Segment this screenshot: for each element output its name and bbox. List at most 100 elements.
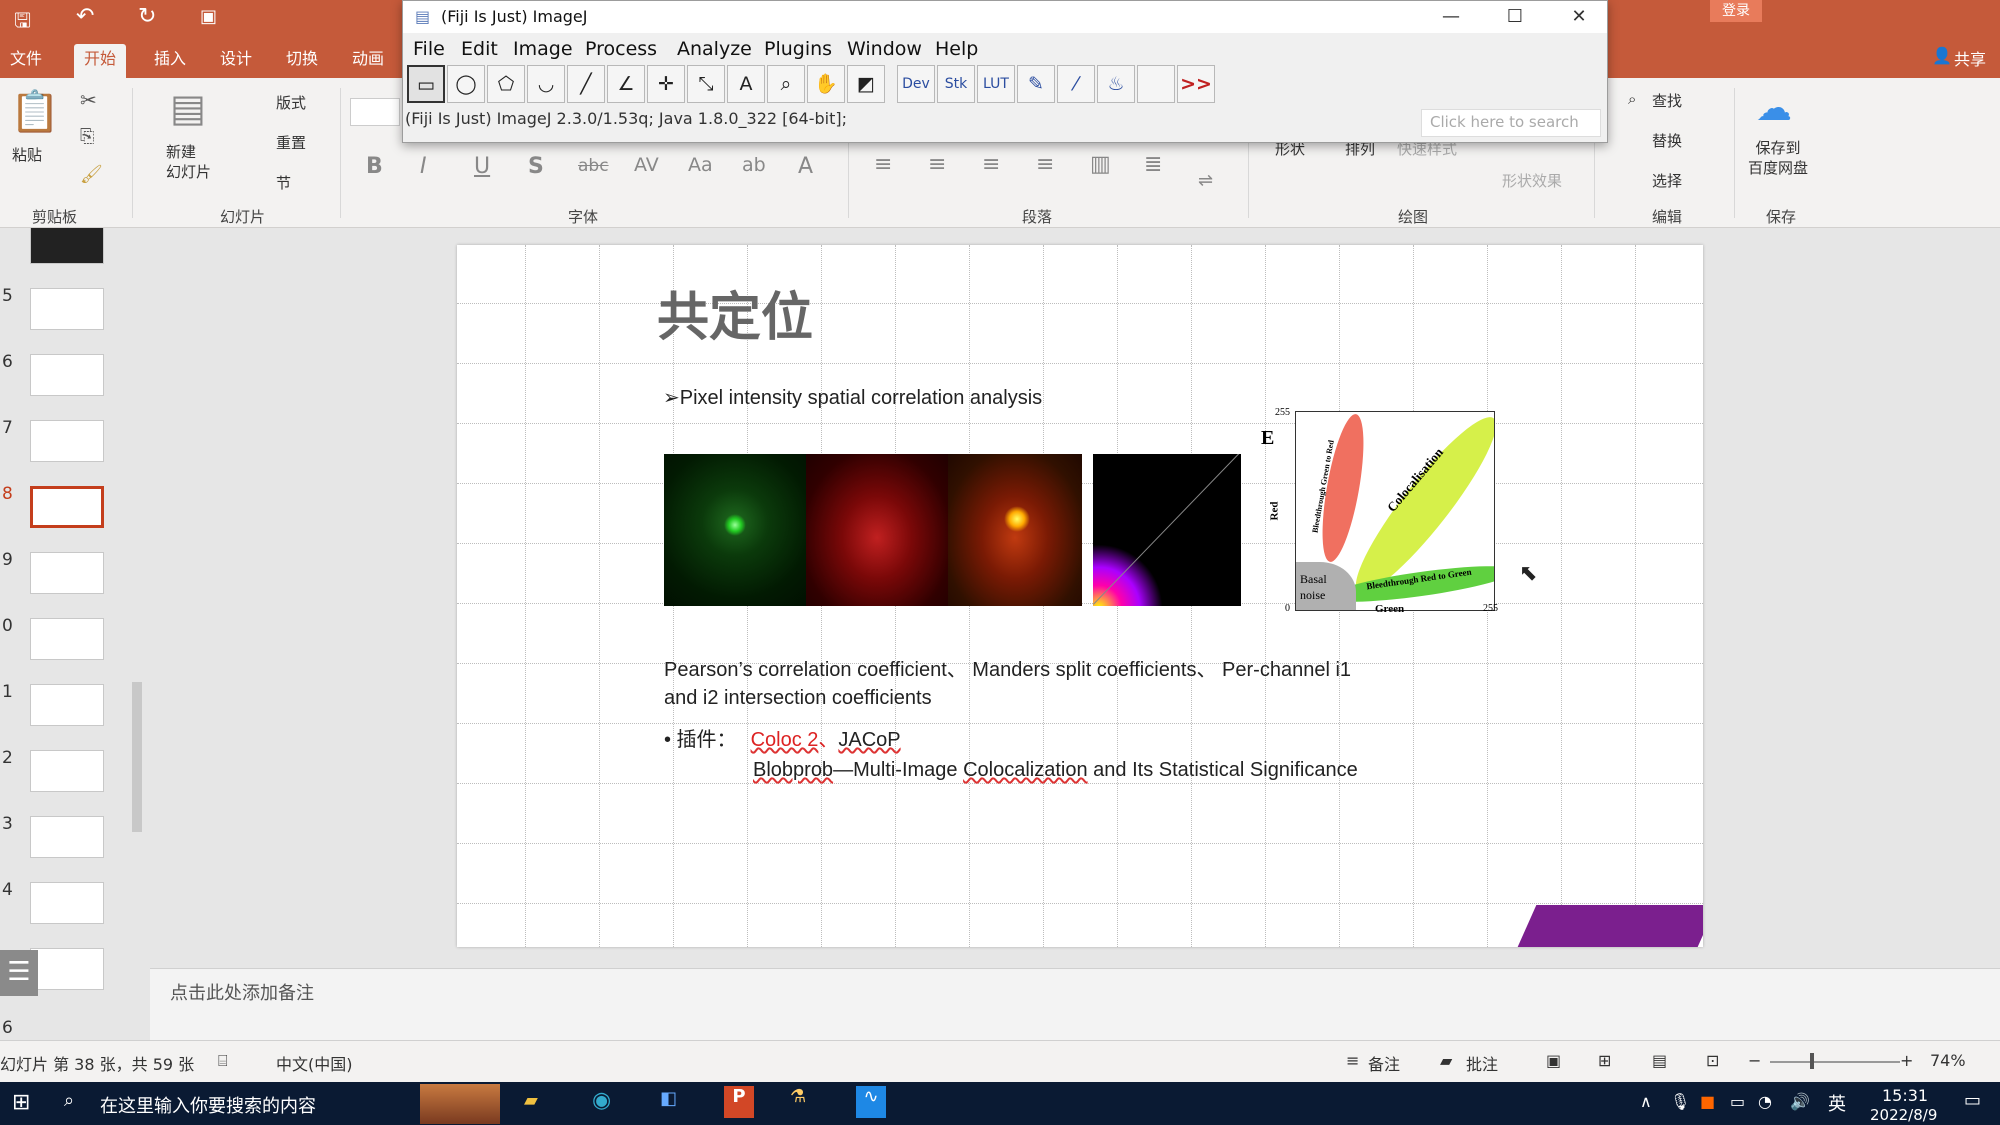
reading-view-icon[interactable]: ▤	[1652, 1051, 1667, 1070]
powerpoint-icon[interactable]: P	[724, 1086, 754, 1118]
normal-view-icon[interactable]: ▣	[1546, 1051, 1561, 1070]
tab-transitions[interactable]: 切换	[276, 44, 328, 78]
slide-bullet[interactable]: ➢Pixel intensity spatial correlation ana…	[663, 385, 1042, 410]
menu-plugins[interactable]: Plugins	[764, 38, 832, 60]
blobprob-line[interactable]: Blobprob—Multi-Image Colocalization and …	[753, 759, 1358, 782]
tray-app-icon[interactable]: ■	[1700, 1092, 1715, 1111]
zoom-in-icon[interactable]: +	[1900, 1051, 1913, 1070]
plugin-jacop[interactable]: JACoP	[838, 729, 900, 751]
slide-thumbnail[interactable]	[30, 552, 104, 594]
tab-design[interactable]: 设计	[210, 44, 262, 78]
ime-indicator[interactable]: 英	[1828, 1090, 1846, 1116]
wifi-icon[interactable]: ◔	[1758, 1092, 1772, 1111]
copy-icon[interactable]: ⎘	[80, 126, 94, 147]
microscopy-image-green[interactable]	[664, 454, 806, 606]
thumbnail-scrollbar[interactable]	[130, 232, 144, 1042]
stack-menu-icon[interactable]: Stk	[937, 65, 975, 103]
change-case-button[interactable]: Aa	[688, 154, 713, 176]
text-tool-icon[interactable]: A	[727, 65, 765, 103]
colocalization-diagram[interactable]: E 255 Red Basal noise Colocalisation Ble…	[1257, 405, 1498, 615]
notes-button[interactable]: 备注	[1368, 1051, 1400, 1075]
slide-thumbnail[interactable]	[30, 684, 104, 726]
columns-icon[interactable]: ▥	[1090, 152, 1111, 177]
font-color-button[interactable]: A	[798, 154, 813, 179]
notes-placeholder[interactable]: 点击此处添加备注	[170, 979, 314, 1005]
taskbar-app-icon[interactable]: ◧	[660, 1088, 677, 1109]
tab-animations[interactable]: 动画	[342, 44, 394, 78]
coefficients-line-1[interactable]: Pearson’s correlation coefficient、 Mande…	[664, 653, 1351, 682]
battery-icon[interactable]: ▭	[1730, 1092, 1745, 1111]
zoom-level[interactable]: 74%	[1930, 1051, 1966, 1070]
close-icon[interactable]: ✕	[1557, 3, 1601, 31]
slide-thumbnail[interactable]	[30, 354, 104, 396]
notes-icon[interactable]: ≡	[1346, 1051, 1359, 1070]
redo-icon[interactable]: ↻	[138, 4, 156, 29]
slide-title[interactable]: 共定位	[657, 275, 813, 350]
find-icon[interactable]: ⌕	[1628, 90, 1636, 108]
dev-menu-icon[interactable]: Dev	[897, 65, 935, 103]
new-slide-label[interactable]: 新建 幻灯片	[166, 142, 220, 182]
paste-icon[interactable]: 📋	[10, 88, 60, 135]
menu-image[interactable]: Image	[513, 38, 573, 60]
windows-start-icon[interactable]: ⊞	[12, 1090, 30, 1115]
char-spacing-button[interactable]: AV	[634, 154, 659, 176]
taskbar-search-input[interactable]: 在这里输入你要搜索的内容	[100, 1092, 316, 1118]
edge-icon[interactable]: ◉	[592, 1088, 611, 1113]
menu-process[interactable]: Process	[585, 38, 657, 60]
clock-date[interactable]: 2022/8/9	[1870, 1106, 1937, 1124]
taskbar-search-icon[interactable]: ⌕	[64, 1090, 74, 1111]
slide-thumbnail[interactable]	[30, 816, 104, 858]
imagej-search-input[interactable]: Click here to search	[1421, 109, 1601, 137]
hand-tool-icon[interactable]: ✋	[807, 65, 845, 103]
format-painter-icon[interactable]: 🖌	[80, 164, 103, 185]
fiji-icon[interactable]: ⚗	[790, 1086, 806, 1107]
reset-button[interactable]: 重置	[276, 132, 306, 153]
volume-icon[interactable]: 🔊	[1790, 1092, 1810, 1111]
save-icon[interactable]: 🖫	[14, 6, 31, 40]
taskbar-app-icon[interactable]: ∿	[856, 1086, 886, 1118]
zoom-tool-icon[interactable]: ⌕	[767, 65, 805, 103]
spellcheck-icon[interactable]: ⌸	[218, 1051, 228, 1071]
menu-edit[interactable]: Edit	[461, 38, 498, 60]
sorter-view-icon[interactable]: ⊞	[1598, 1051, 1611, 1070]
baidu-cloud-icon[interactable]: ☁	[1756, 88, 1792, 129]
cut-icon[interactable]: ✂	[80, 88, 97, 112]
present-icon[interactable]: ▣	[200, 6, 217, 27]
menu-analyze[interactable]: Analyze	[677, 38, 752, 60]
layout-button[interactable]: 版式	[276, 92, 306, 113]
replace-button[interactable]: 替换	[1652, 130, 1682, 151]
polygon-tool-icon[interactable]: ⬠	[487, 65, 525, 103]
tab-insert[interactable]: 插入	[144, 44, 196, 78]
slide-thumbnail[interactable]	[30, 288, 104, 330]
slide-thumbnail[interactable]	[30, 750, 104, 792]
zoom-out-icon[interactable]: −	[1748, 1051, 1761, 1070]
tab-file[interactable]: 文件	[0, 44, 52, 78]
floating-menu-icon[interactable]: ☰	[0, 950, 38, 996]
align-left-icon[interactable]: ≡	[874, 152, 892, 177]
zoom-slider[interactable]	[1770, 1061, 1900, 1063]
lut-menu-icon[interactable]: LUT	[977, 65, 1015, 103]
slide-thumbnail[interactable]	[30, 228, 104, 264]
highlight-icon[interactable]: ab	[742, 154, 766, 176]
text-direction-icon[interactable]: ⇌	[1198, 170, 1213, 191]
plugin-coloc2[interactable]: Coloc 2	[751, 729, 819, 751]
zoom-slider-thumb[interactable]	[1810, 1053, 1814, 1069]
point-tool-icon[interactable]: ✛	[647, 65, 685, 103]
microscopy-image-merge[interactable]	[948, 454, 1082, 606]
section-button[interactable]: 节	[276, 172, 291, 193]
find-button[interactable]: 查找	[1652, 90, 1682, 111]
scatter-plot-image[interactable]	[1093, 454, 1241, 606]
microscopy-image-red[interactable]	[806, 454, 948, 606]
undo-icon[interactable]: ↶	[76, 4, 94, 29]
pencil-tool-icon[interactable]: ✎	[1017, 65, 1055, 103]
maximize-icon[interactable]: ☐	[1493, 3, 1537, 31]
paste-label[interactable]: 粘贴	[12, 144, 42, 165]
color-picker-icon[interactable]: ◩	[847, 65, 885, 103]
slideshow-icon[interactable]: ⊡	[1706, 1051, 1719, 1070]
angle-tool-icon[interactable]: ∠	[607, 65, 645, 103]
menu-file[interactable]: File	[413, 38, 445, 60]
wand-tool-icon[interactable]: ⤡	[687, 65, 725, 103]
slide-thumbnail[interactable]	[30, 882, 104, 924]
tray-chevron-icon[interactable]: ∧	[1640, 1092, 1652, 1111]
minimize-icon[interactable]: —	[1429, 3, 1473, 31]
